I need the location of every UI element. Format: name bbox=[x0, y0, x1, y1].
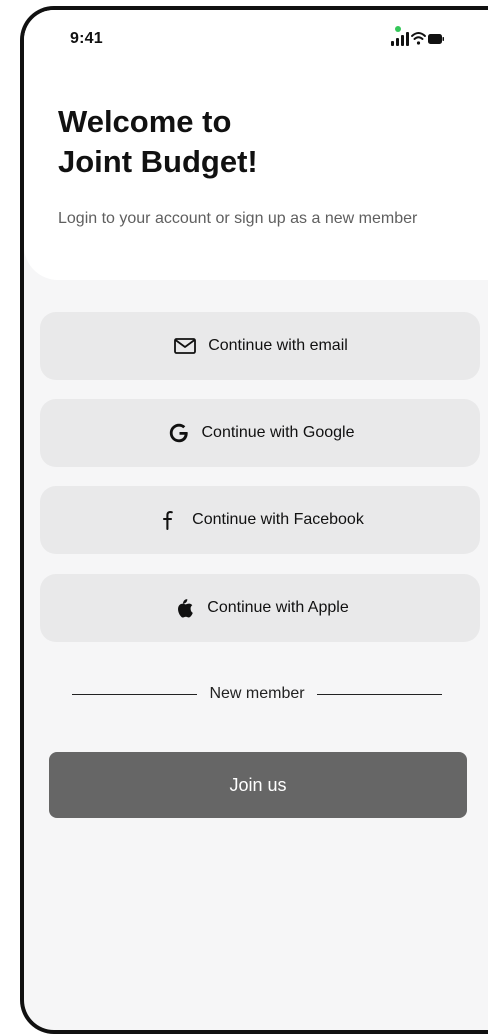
battery-icon bbox=[428, 34, 444, 44]
new-member-divider: New member bbox=[72, 682, 443, 706]
join-us-label: Join us bbox=[229, 774, 287, 795]
status-bar: 9:41 bbox=[24, 10, 488, 66]
facebook-icon bbox=[156, 507, 182, 533]
divider-line-right bbox=[316, 693, 443, 695]
page-title: Welcome to Joint Budget! bbox=[58, 102, 418, 182]
phone-frame: 9:41 Welcome to Joint Budget! Login to y… bbox=[20, 6, 488, 1034]
continue-with-facebook-button[interactable]: Continue with Facebook bbox=[40, 486, 480, 554]
email-button-label: Continue with email bbox=[208, 337, 348, 354]
title-line-1: Welcome to bbox=[58, 104, 232, 139]
join-us-button[interactable]: Join us bbox=[49, 752, 467, 818]
continue-with-apple-button[interactable]: Continue with Apple bbox=[40, 574, 480, 642]
mail-icon bbox=[172, 333, 198, 359]
google-icon bbox=[166, 420, 192, 446]
continue-with-google-button[interactable]: Continue with Google bbox=[40, 399, 480, 467]
facebook-button-label: Continue with Facebook bbox=[192, 511, 364, 528]
divider-line-left bbox=[72, 693, 198, 695]
apple-icon bbox=[171, 595, 197, 621]
wifi-icon bbox=[411, 32, 426, 45]
header-card: 9:41 Welcome to Joint Budget! Login to y… bbox=[24, 10, 488, 280]
page-subtitle: Login to your account or sign up as a ne… bbox=[58, 210, 418, 227]
divider-label: New member bbox=[209, 685, 305, 702]
continue-with-email-button[interactable]: Continue with email bbox=[40, 312, 480, 380]
title-line-2: Joint Budget! bbox=[58, 144, 258, 179]
status-icons bbox=[391, 26, 444, 46]
status-indicator-dot bbox=[395, 26, 401, 32]
signal-icon bbox=[391, 32, 409, 46]
status-time: 9:41 bbox=[70, 30, 103, 47]
google-button-label: Continue with Google bbox=[201, 424, 355, 441]
apple-button-label: Continue with Apple bbox=[207, 599, 349, 616]
